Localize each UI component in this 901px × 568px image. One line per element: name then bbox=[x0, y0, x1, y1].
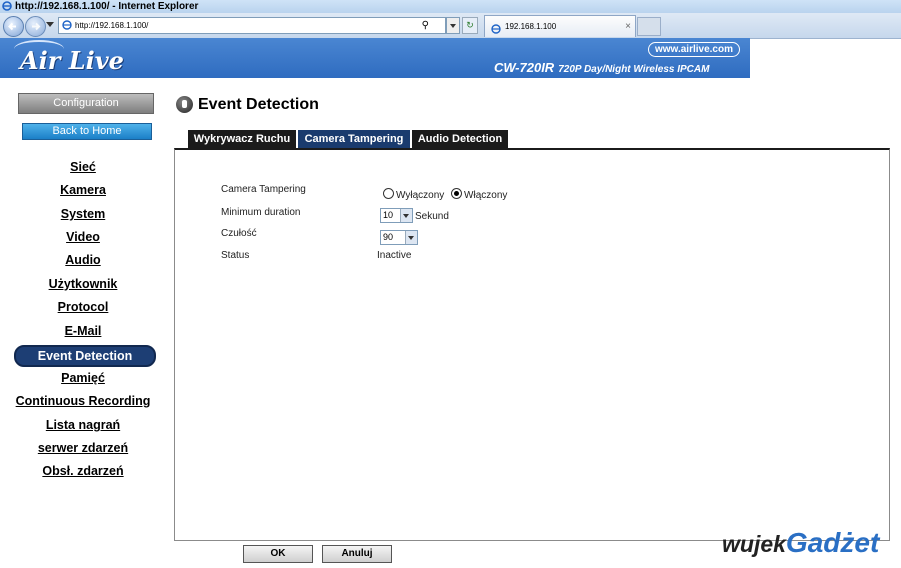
model-name: CW-720IR 720P Day/Night Wireless IPCAM bbox=[494, 60, 709, 75]
chevron-down-icon bbox=[400, 209, 412, 222]
duration-select[interactable]: 10 bbox=[380, 208, 413, 223]
back-to-home-button[interactable]: Back to Home bbox=[22, 123, 152, 140]
ie-logo-icon bbox=[2, 1, 12, 11]
sidebar-item-kamera[interactable]: Kamera bbox=[0, 182, 166, 198]
sidebar-item-serwer-zdarzen[interactable]: serwer zdarzeń bbox=[0, 440, 166, 456]
address-text: http://192.168.1.100/ bbox=[75, 21, 149, 30]
refresh-icon[interactable]: ↻ bbox=[462, 17, 478, 34]
window-title: http://192.168.1.100/ - Internet Explore… bbox=[15, 1, 199, 12]
tab-close-icon[interactable]: × bbox=[625, 16, 631, 37]
page-icon bbox=[62, 20, 72, 30]
tab-motion-detection[interactable]: Wykrywacz Ruchu bbox=[188, 130, 296, 148]
sidebar-item-obsl-zdarzen[interactable]: Obsł. zdarzeń bbox=[0, 463, 166, 479]
radio-enabled-label: Włączony bbox=[464, 190, 508, 201]
back-button[interactable] bbox=[3, 16, 24, 37]
cancel-button[interactable]: Anuluj bbox=[322, 545, 392, 563]
event-detection-icon bbox=[176, 96, 193, 113]
sidebar-item-siec[interactable]: Sieć bbox=[0, 159, 166, 175]
duration-value: 10 bbox=[383, 210, 394, 220]
watermark-logo: wujekGadżet bbox=[722, 527, 879, 559]
sidebar-item-lista-nagran[interactable]: Lista nagrań bbox=[0, 417, 166, 433]
tampering-radio-group: Wyłączony Włączony bbox=[383, 188, 507, 201]
sidebar-item-continuous-recording[interactable]: Continuous Recording bbox=[0, 393, 166, 409]
minimum-duration-label: Minimum duration bbox=[221, 207, 301, 218]
window-title-bar: http://192.168.1.100/ - Internet Explore… bbox=[0, 0, 901, 13]
sensitivity-select[interactable]: 90 bbox=[380, 230, 418, 245]
radio-enabled[interactable]: Włączony bbox=[451, 188, 508, 201]
forward-arrow-icon bbox=[32, 22, 41, 31]
sidebar-item-uzytkownik[interactable]: Użytkownik bbox=[0, 276, 166, 292]
radio-enabled-circle[interactable] bbox=[451, 188, 463, 199]
address-dropdown-button[interactable] bbox=[446, 17, 460, 34]
sidebar-item-email[interactable]: E-Mail bbox=[0, 323, 166, 339]
model-description: 720P Day/Night Wireless IPCAM bbox=[558, 64, 710, 75]
history-dropdown-icon[interactable] bbox=[46, 22, 54, 27]
radio-disabled[interactable]: Wyłączony bbox=[383, 188, 445, 201]
watermark-part2: Gadżet bbox=[785, 527, 880, 558]
search-icon[interactable]: ⚲ bbox=[422, 18, 429, 33]
website-badge: www.airlive.com bbox=[648, 42, 740, 57]
page-title: Event Detection bbox=[198, 96, 319, 113]
sidebar-item-event-detection[interactable]: Event Detection bbox=[14, 345, 156, 367]
tab-audio-detection[interactable]: Audio Detection bbox=[412, 130, 508, 148]
sidebar-item-protocol[interactable]: Protocol bbox=[0, 299, 166, 315]
ok-button[interactable]: OK bbox=[243, 545, 313, 563]
sidebar-item-system[interactable]: System bbox=[0, 206, 166, 222]
tab-page-icon bbox=[491, 21, 501, 34]
sidebar-item-pamiec[interactable]: Pamięć bbox=[0, 370, 166, 386]
browser-tab[interactable]: 192.168.1.100 × bbox=[484, 15, 636, 37]
tab-label: 192.168.1.100 bbox=[505, 22, 557, 31]
sidebar-item-video[interactable]: Video bbox=[0, 229, 166, 245]
status-value: Inactive bbox=[377, 250, 412, 261]
browser-toolbar: http://192.168.1.100/ ⚲ ↻ 192.168.1.100 … bbox=[0, 13, 901, 39]
sidebar-item-audio[interactable]: Audio bbox=[0, 252, 166, 268]
watermark-part1: wujek bbox=[722, 531, 786, 557]
airlive-banner: Air Live www.airlive.com CW-720IR 720P Da… bbox=[0, 38, 750, 78]
back-arrow-icon bbox=[8, 22, 16, 31]
airlive-logo: Air Live bbox=[20, 46, 124, 75]
camera-tampering-label: Camera Tampering bbox=[221, 184, 306, 195]
sensitivity-label: Czułość bbox=[221, 228, 257, 239]
configuration-button[interactable]: Configuration bbox=[18, 93, 154, 114]
forward-button[interactable] bbox=[25, 16, 46, 37]
content-panel: Camera Tampering Wyłączony Włączony Mini… bbox=[174, 148, 890, 541]
new-tab-button[interactable] bbox=[637, 17, 661, 36]
sensitivity-value: 90 bbox=[383, 232, 394, 242]
radio-disabled-circle[interactable] bbox=[383, 188, 394, 199]
radio-disabled-label: Wyłączony bbox=[396, 190, 445, 201]
duration-unit: Sekund bbox=[415, 211, 449, 222]
tab-camera-tampering[interactable]: Camera Tampering bbox=[298, 130, 410, 148]
address-field[interactable]: http://192.168.1.100/ ⚲ bbox=[58, 17, 446, 34]
model-code: CW-720IR bbox=[494, 60, 555, 75]
chevron-down-icon bbox=[405, 231, 417, 244]
status-label: Status bbox=[221, 250, 250, 261]
